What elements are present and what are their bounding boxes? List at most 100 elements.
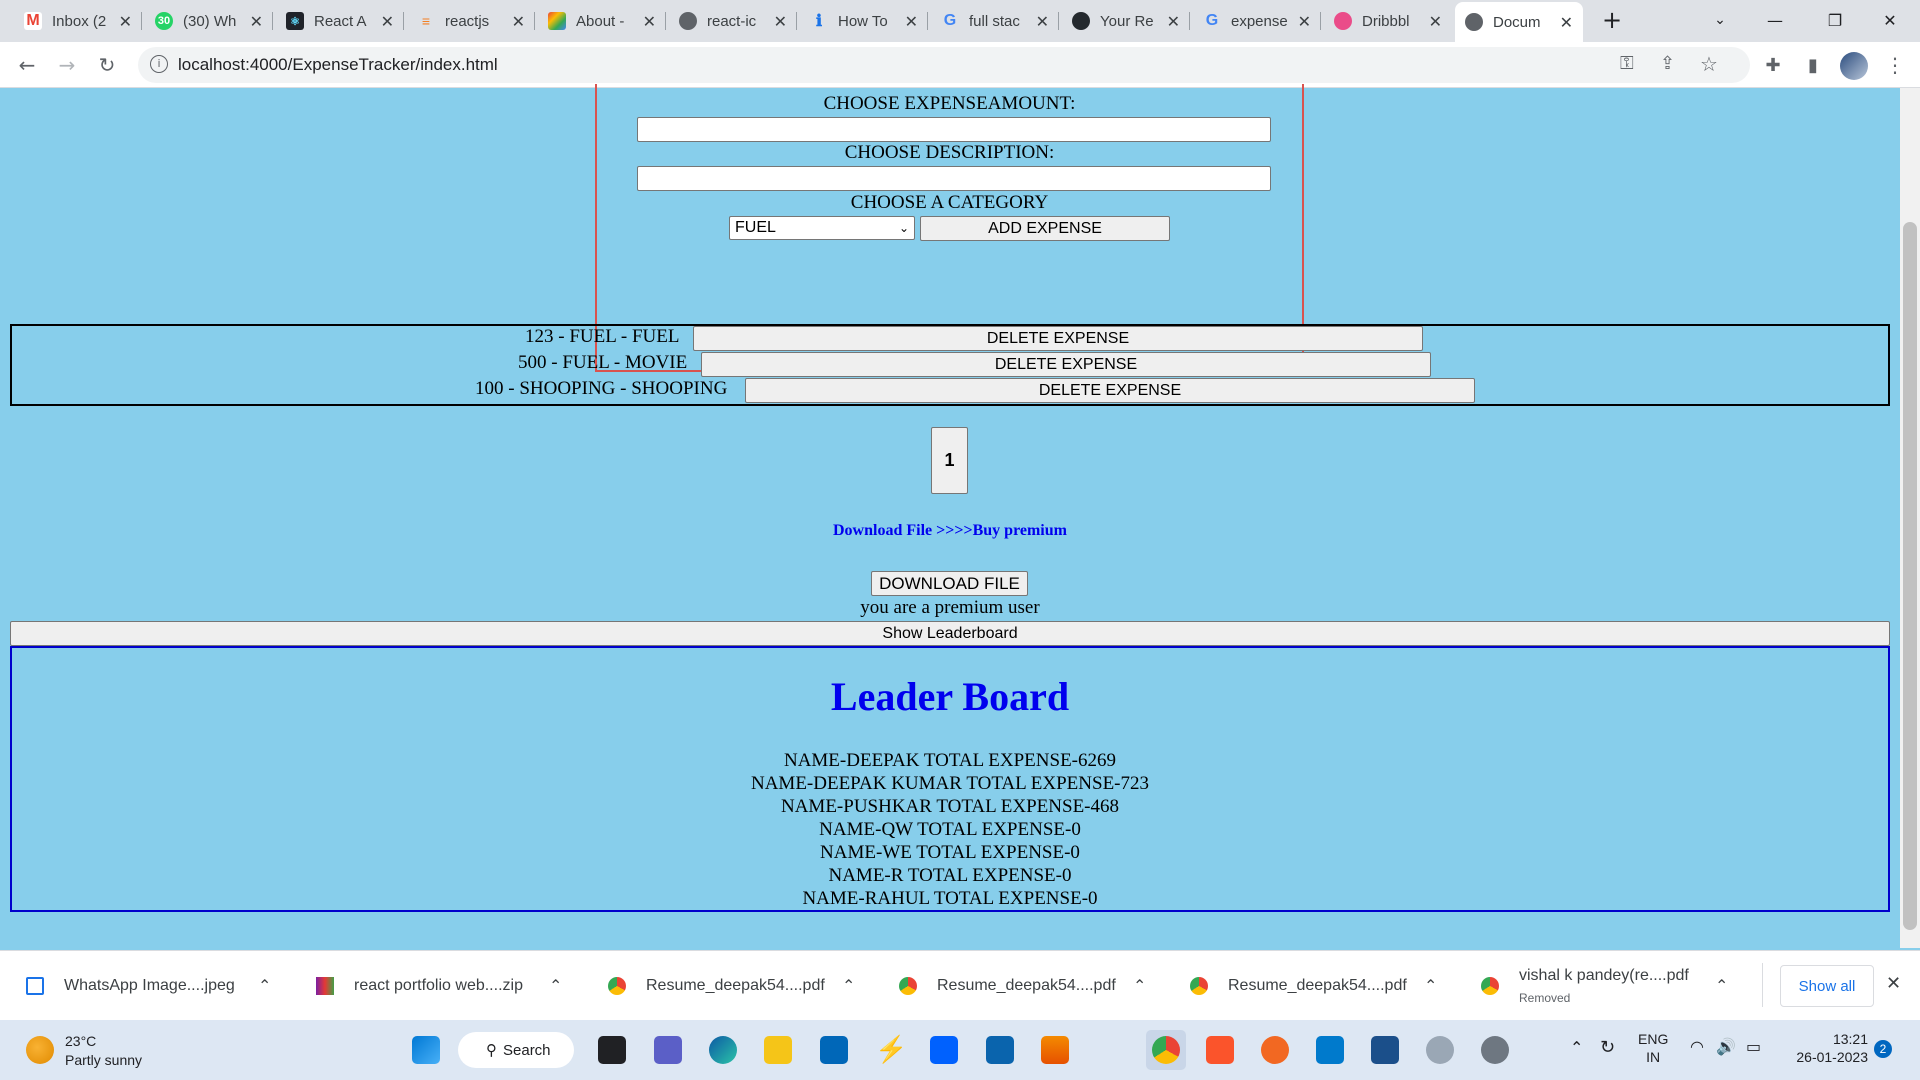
dropbox-icon[interactable]	[930, 1036, 958, 1064]
chevron-up-icon[interactable]: ⌃	[1424, 976, 1437, 996]
vlc-icon[interactable]	[1041, 1036, 1069, 1064]
forward-arrow-icon[interactable]: →	[52, 50, 82, 80]
buy-premium-link[interactable]: >>>>Buy premium	[936, 522, 1067, 539]
mysql-workbench-icon[interactable]	[1371, 1036, 1399, 1064]
tab-expense[interactable]: G expense ✕	[1193, 6, 1321, 36]
tab-react-icons[interactable]: react-ic ✕	[669, 6, 797, 36]
download-item[interactable]: Resume_deepak54....pdf ⌃	[608, 951, 878, 1021]
tab-whatsapp[interactable]: 30 (30) Wh ✕	[145, 6, 273, 36]
close-icon[interactable]: ✕	[1167, 12, 1180, 32]
file-explorer-icon[interactable]	[764, 1036, 792, 1064]
download-name: WhatsApp Image....jpeg	[64, 977, 235, 994]
chevron-up-icon[interactable]: ⌃	[1715, 976, 1728, 996]
description-input[interactable]	[637, 166, 1271, 191]
download-name: react portfolio web....zip	[354, 977, 523, 994]
chevron-up-icon[interactable]: ⌃	[1133, 976, 1146, 996]
close-icon[interactable]: ✕	[381, 12, 394, 32]
chevron-up-icon[interactable]: ⌃	[258, 976, 271, 996]
new-tab-button[interactable]: +	[1582, 0, 1642, 40]
tab-about[interactable]: About - ✕	[538, 6, 666, 36]
tab-document-active[interactable]: Docum ✕	[1455, 2, 1583, 42]
tab-dribbble[interactable]: Dribbbl ✕	[1324, 6, 1452, 36]
tab-inbox[interactable]: M Inbox (2 ✕	[14, 6, 142, 36]
tab-reactjs[interactable]: ≡ reactjs ✕	[407, 6, 535, 36]
category-select[interactable]: FUEL ⌄	[729, 216, 915, 240]
close-icon[interactable]: ✕	[119, 12, 132, 32]
close-icon[interactable]: ✕	[1560, 13, 1573, 33]
back-arrow-icon[interactable]: ←	[12, 50, 42, 80]
share-icon[interactable]: ⇪	[1660, 53, 1675, 74]
microsoft-store-icon[interactable]	[820, 1036, 848, 1064]
vscode-icon[interactable]	[1316, 1036, 1344, 1064]
page-1-button[interactable]: 1	[931, 427, 968, 494]
settings-gear-icon[interactable]	[1481, 1036, 1509, 1064]
teams-chat-icon[interactable]	[654, 1036, 682, 1064]
flutter-icon[interactable]: ⚡	[875, 1036, 907, 1064]
delete-expense-button[interactable]: DELETE EXPENSE	[701, 352, 1431, 377]
close-icon[interactable]: ✕	[1429, 12, 1442, 32]
volume-icon[interactable]: 🔊	[1716, 1037, 1736, 1056]
mail-icon[interactable]	[986, 1036, 1014, 1064]
reload-icon[interactable]: ↻	[92, 50, 122, 80]
close-icon[interactable]: ✕	[1036, 12, 1049, 32]
tab-howto[interactable]: ℹ How To ✕	[800, 6, 928, 36]
profile-avatar[interactable]	[1840, 52, 1868, 80]
close-icon[interactable]: ✕	[774, 12, 787, 32]
close-icon[interactable]: ✕	[643, 12, 656, 32]
download-item[interactable]: vishal k pandey(re....pdf Removed ⌃	[1481, 951, 1751, 1021]
show-all-downloads-button[interactable]: Show all	[1780, 965, 1874, 1007]
address-bar[interactable]: i localhost:4000/ExpenseTracker/index.ht…	[138, 47, 1750, 83]
chevron-up-icon[interactable]: ⌃	[842, 976, 855, 996]
task-view-icon[interactable]	[598, 1036, 626, 1064]
language-indicator[interactable]: ENG IN	[1638, 1031, 1668, 1065]
close-icon[interactable]: ✕	[1298, 12, 1311, 32]
download-item[interactable]: WhatsApp Image....jpeg ⌃	[26, 951, 296, 1021]
add-expense-button[interactable]: ADD EXPENSE	[920, 216, 1170, 241]
weather-widget[interactable]: 23°C Partly sunny	[65, 1033, 142, 1068]
minimize-button[interactable]: —	[1745, 0, 1805, 40]
download-file-button[interactable]: DOWNLOAD FILE	[871, 571, 1028, 596]
wifi-icon[interactable]: ◠	[1690, 1037, 1704, 1056]
amount-input[interactable]	[637, 117, 1271, 142]
battery-icon[interactable]: ▭	[1746, 1037, 1761, 1056]
sync-icon[interactable]: ↻	[1600, 1037, 1615, 1058]
key-icon[interactable]: ⚿	[1620, 53, 1634, 74]
close-icon[interactable]: ✕	[250, 12, 263, 32]
restore-button[interactable]: ❐	[1805, 0, 1865, 40]
taskbar-search[interactable]: ⚲ Search	[458, 1032, 574, 1068]
delete-expense-button[interactable]: DELETE EXPENSE	[745, 378, 1475, 403]
download-item[interactable]: Resume_deepak54....pdf ⌃	[899, 951, 1169, 1021]
windows-start-icon[interactable]	[412, 1036, 440, 1064]
brave-icon[interactable]	[1206, 1036, 1234, 1064]
browser-tab-strip: M Inbox (2 ✕ 30 (30) Wh ✕ ⚛ React A ✕ ≡ …	[0, 0, 1920, 42]
bookmark-star-icon[interactable]: ☆	[1700, 52, 1718, 76]
postman-icon[interactable]	[1261, 1036, 1289, 1064]
scrollbar-thumb[interactable]	[1903, 222, 1917, 930]
chevron-up-icon[interactable]: ⌃	[549, 976, 562, 996]
notification-badge[interactable]: 2	[1874, 1040, 1892, 1058]
chrome-icon[interactable]	[1152, 1036, 1180, 1064]
menu-dots-icon[interactable]: ⋮	[1880, 50, 1910, 80]
close-window-button[interactable]: ✕	[1860, 0, 1920, 40]
delete-expense-button[interactable]: DELETE EXPENSE	[693, 326, 1423, 351]
network-app-icon[interactable]	[1426, 1036, 1454, 1064]
close-icon[interactable]: ✕	[905, 12, 918, 32]
download-file-link[interactable]: Download File	[833, 522, 932, 539]
side-panel-icon[interactable]: ▮	[1798, 50, 1828, 80]
search-icon: ⚲	[486, 1041, 497, 1059]
clock[interactable]: 13:21 26-01-2023	[1782, 1031, 1868, 1065]
tab-search-chevron-icon[interactable]: ⌄	[1690, 0, 1750, 40]
tray-chevron-up-icon[interactable]: ⌃	[1570, 1038, 1583, 1057]
tab-react[interactable]: ⚛ React A ✕	[276, 6, 404, 36]
close-downloads-icon[interactable]: ✕	[1886, 973, 1901, 994]
tab-fullstack[interactable]: G full stac ✕	[931, 6, 1059, 36]
tab-github[interactable]: Your Re ✕	[1062, 6, 1190, 36]
url-text[interactable]: localhost:4000/ExpenseTracker/index.html	[178, 55, 498, 75]
download-item[interactable]: Resume_deepak54....pdf ⌃	[1190, 951, 1460, 1021]
edge-icon[interactable]	[709, 1036, 737, 1064]
close-icon[interactable]: ✕	[512, 12, 525, 32]
site-info-icon[interactable]: i	[150, 55, 168, 73]
download-item[interactable]: react portfolio web....zip ⌃	[316, 951, 586, 1021]
show-leaderboard-button[interactable]: Show Leaderboard	[10, 621, 1890, 646]
extensions-icon[interactable]: ✚	[1758, 50, 1788, 80]
